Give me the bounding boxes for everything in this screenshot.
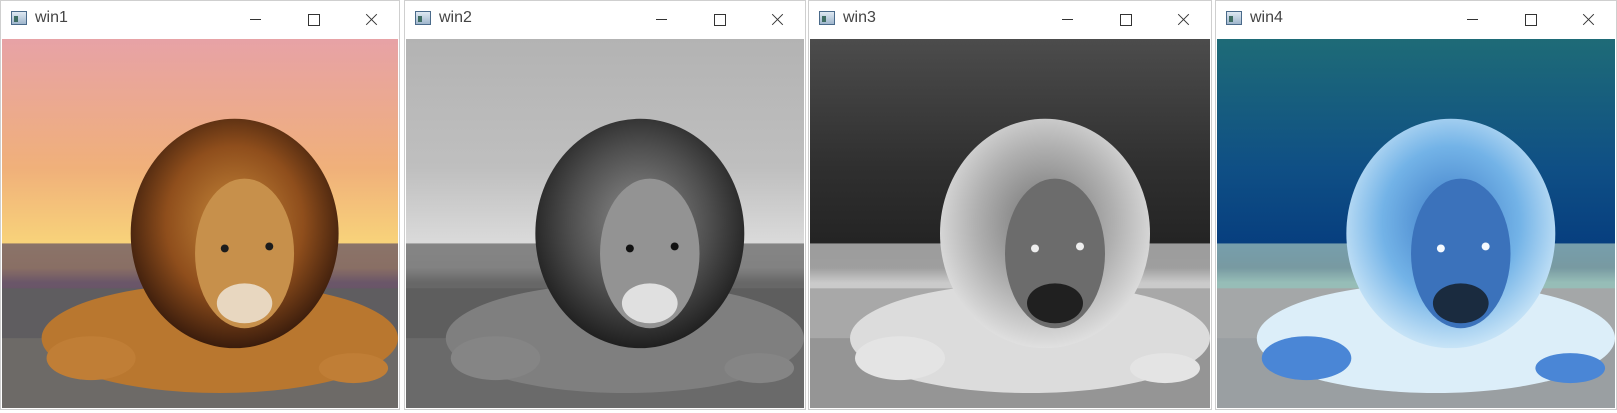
- minimize-button[interactable]: [233, 4, 279, 34]
- image-window-win3[interactable]: win3: [808, 0, 1212, 410]
- lion-image-inverted-grayscale: [810, 39, 1210, 408]
- title-bar[interactable]: win1: [1, 1, 399, 38]
- window-title: win2: [439, 9, 472, 26]
- image-canvas: [2, 39, 398, 408]
- desktop: win1 win2 win3 win4: [0, 0, 1617, 413]
- maximize-button[interactable]: [1508, 4, 1554, 34]
- window-title: win3: [843, 9, 876, 26]
- lion-image-grayscale: [406, 39, 804, 408]
- minimize-button[interactable]: [639, 4, 685, 34]
- image-canvas: [406, 39, 804, 408]
- image-window-win2[interactable]: win2: [404, 0, 806, 410]
- maximize-button[interactable]: [1103, 4, 1149, 34]
- opencv-window-icon: [819, 11, 835, 25]
- opencv-window-icon: [1226, 11, 1242, 25]
- window-title: win1: [35, 9, 68, 26]
- title-bar[interactable]: win4: [1216, 1, 1616, 38]
- opencv-window-icon: [415, 11, 431, 25]
- opencv-window-icon: [11, 11, 27, 25]
- lion-image-inverted-color: [1217, 39, 1615, 408]
- image-window-win4[interactable]: win4: [1215, 0, 1617, 410]
- window-title: win4: [1250, 9, 1283, 26]
- minimize-button[interactable]: [1045, 4, 1091, 34]
- title-bar[interactable]: win2: [405, 1, 805, 38]
- close-button[interactable]: [349, 4, 395, 34]
- close-button[interactable]: [1566, 4, 1612, 34]
- maximize-button[interactable]: [291, 4, 337, 34]
- image-canvas: [810, 39, 1210, 408]
- image-canvas: [1217, 39, 1615, 408]
- minimize-button[interactable]: [1450, 4, 1496, 34]
- image-window-win1[interactable]: win1: [0, 0, 400, 410]
- title-bar[interactable]: win3: [809, 1, 1211, 38]
- maximize-button[interactable]: [697, 4, 743, 34]
- close-button[interactable]: [755, 4, 801, 34]
- lion-image-color: [2, 39, 398, 408]
- close-button[interactable]: [1161, 4, 1207, 34]
